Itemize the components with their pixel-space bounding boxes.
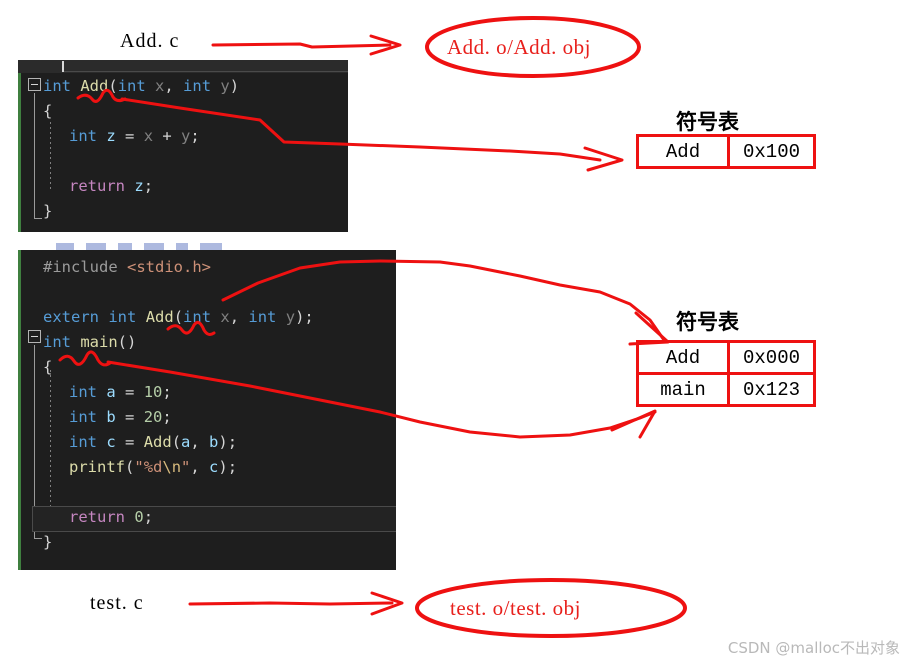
watermark: CSDN @malloc不出对象 [727,639,900,657]
table-row: Add 0x100 [639,137,813,166]
symbol-address-cell: 0x000 [727,343,813,372]
label-object-test: test. o/test. obj [450,596,581,620]
code-editor-test-c[interactable]: #include <stdio.h> extern int Add(int x, … [18,250,396,570]
arrow-addc-to-obj [211,42,392,49]
symbol-table-2-title: 符号表 [676,310,739,334]
code-line: printf("%d\n", c); [69,458,238,476]
symbol-name-cell: Add [665,140,701,163]
code-line: int c = Add(a, b); [69,433,238,451]
symbol-name-cell: main [660,378,706,401]
code-line: { [43,102,53,120]
line-to-symtable2-add-row [438,260,666,342]
symbol-table-test: Add 0x000 main 0x123 [636,340,816,407]
code-line: return 0; [69,508,154,526]
table-row: Add 0x000 [639,343,813,372]
code-line: extern int Add(int x, int y); [43,308,314,326]
diagram-canvas: Add. c int Add(int x, int y) { int z = x +… [0,0,912,664]
symbol-table-add: Add 0x100 [636,134,816,169]
arrow-testc-to-obj [188,601,394,606]
symbol-table-1-title: 符号表 [676,110,739,134]
code-line: } [43,202,53,220]
code-line: int Add(int x, int y) [43,77,240,95]
code-editor-add-c[interactable]: int Add(int x, int y) { int z = x + y; retu… [18,60,348,232]
code-line: } [43,533,53,551]
editor-top-partial-line [18,60,348,73]
table-row: main 0x123 [639,372,813,404]
code-line: { [43,358,53,376]
symbol-name-cell: Add [665,346,701,369]
code-line: return z; [69,177,154,195]
code-line: int b = 20; [69,408,172,426]
symbol-address-cell: 0x123 [727,375,813,404]
top-rule [64,71,348,72]
code-line: int main() [43,333,137,351]
code-line: int a = 10; [69,383,172,401]
code-line: int z = x + y; [69,127,200,145]
symbol-address-cell: 0x100 [727,137,813,166]
label-source-test-c: test. c [90,592,144,614]
code-line: #include <stdio.h> [43,258,211,276]
label-object-add: Add. o/Add. obj [447,35,591,59]
label-source-add-c: Add. c [120,30,180,52]
